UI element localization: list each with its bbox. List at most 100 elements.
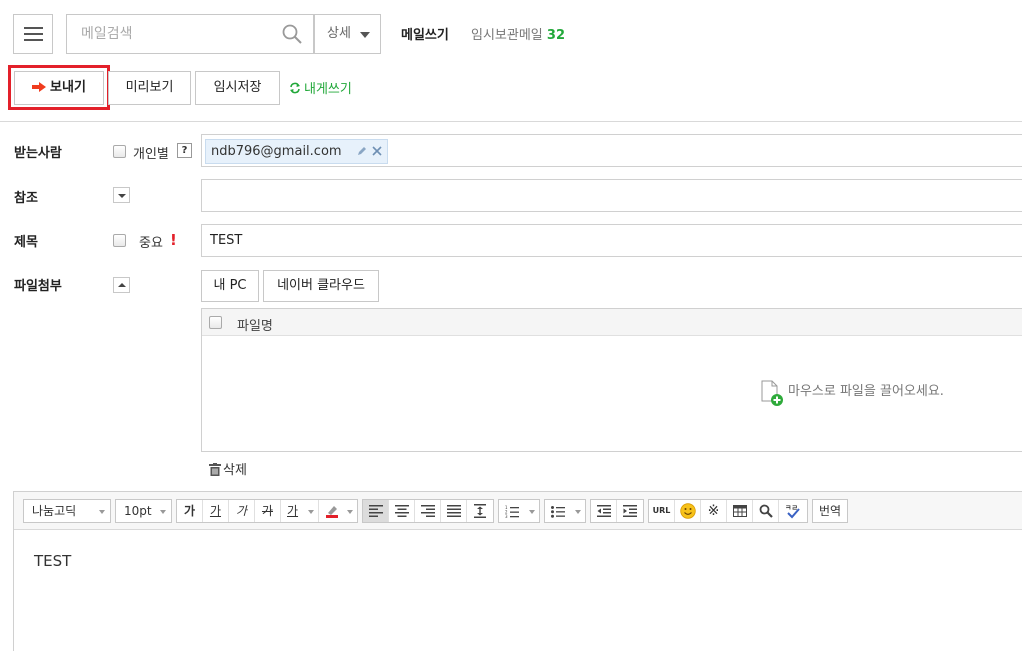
hamburger-icon-bar xyxy=(24,39,43,41)
indent-group xyxy=(590,499,644,523)
close-icon[interactable] xyxy=(372,146,382,156)
send-button[interactable]: 보내기 xyxy=(14,71,104,105)
cc-expand-button[interactable] xyxy=(113,187,130,203)
attach-label: 파일첨부 xyxy=(14,279,62,294)
search-icon[interactable] xyxy=(282,24,302,44)
select-all-files-checkbox[interactable] xyxy=(209,316,222,329)
cc-label: 참조 xyxy=(14,191,38,206)
editor-frame: 나눔고딕 10pt 가 가 가 가 가 1 2 3 URL ※ ㅋㄹ 번역 xyxy=(13,491,1022,651)
drafts-link[interactable]: 임시보관메일 32 xyxy=(471,24,565,43)
send-label: 보내기 xyxy=(50,80,86,95)
smiley-icon xyxy=(679,503,696,519)
save-draft-button[interactable]: 임시저장 xyxy=(195,71,280,105)
trash-icon xyxy=(209,463,221,476)
send-to-self-link[interactable]: 내게쓰기 xyxy=(289,78,352,97)
recipient-email: ndb796@gmail.com xyxy=(211,144,342,159)
compose-link[interactable]: 메일쓰기 xyxy=(401,24,449,43)
drafts-count: 32 xyxy=(546,28,565,43)
svg-text:ㅋㄹ: ㅋㄹ xyxy=(785,504,798,512)
individual-label: 개인별 xyxy=(133,147,169,162)
font-family-select[interactable]: 나눔고딕 xyxy=(23,499,111,523)
alignment-group xyxy=(362,499,494,523)
send-to-self-label: 내게쓰기 xyxy=(304,82,352,97)
spellcheck-icon: ㅋㄹ xyxy=(785,504,800,519)
refresh-icon xyxy=(290,82,300,94)
preview-button[interactable]: 미리보기 xyxy=(108,71,191,105)
file-name-column: 파일명 xyxy=(237,319,273,334)
numbered-list-group[interactable]: 1 2 3 xyxy=(498,499,540,523)
underline-button[interactable]: 가 xyxy=(203,500,229,522)
font-size-select[interactable]: 10pt xyxy=(115,499,172,523)
editor-toolbar: 나눔고딕 10pt 가 가 가 가 가 1 2 3 URL ※ ㅋㄹ 번역 xyxy=(14,492,1022,530)
align-left-icon xyxy=(368,505,383,517)
find-button[interactable] xyxy=(753,500,779,522)
translate-button[interactable]: 번역 xyxy=(812,499,848,523)
search-input[interactable] xyxy=(67,15,272,53)
indent-button[interactable] xyxy=(617,500,643,522)
align-right-button[interactable] xyxy=(415,500,441,522)
highlight-color-button[interactable] xyxy=(319,500,357,522)
special-char-icon: ※ xyxy=(707,503,720,519)
drop-hint: 마우스로 파일을 끌어오세요. xyxy=(760,380,944,406)
special-char-button[interactable]: ※ xyxy=(701,500,727,522)
url-button[interactable]: URL xyxy=(649,500,675,522)
hamburger-icon-bar xyxy=(24,33,43,35)
chevron-down-icon xyxy=(118,194,126,198)
text-style-group: 가 가 가 가 가 xyxy=(176,499,358,523)
svg-text:3: 3 xyxy=(505,514,508,518)
align-center-icon xyxy=(394,505,409,517)
font-size-value: 10pt xyxy=(124,504,152,518)
important-label: 중요 xyxy=(139,236,163,251)
detail-search-button[interactable]: 상세 xyxy=(314,14,381,54)
magnifier-icon xyxy=(759,504,773,518)
arrow-right-icon xyxy=(32,82,47,92)
caret-down-icon xyxy=(529,510,535,514)
caret-down-icon xyxy=(160,510,166,514)
important-mark-icon: ! xyxy=(170,231,177,249)
strikethrough-button[interactable]: 가 xyxy=(255,500,281,522)
align-left-button[interactable] xyxy=(363,500,389,522)
table-button[interactable] xyxy=(727,500,753,522)
caret-down-icon xyxy=(575,510,581,514)
indent-icon xyxy=(623,505,637,517)
italic-button[interactable]: 가 xyxy=(229,500,255,522)
table-icon xyxy=(732,505,747,517)
recipient-chip[interactable]: ndb796@gmail.com xyxy=(205,139,388,164)
bold-button[interactable]: 가 xyxy=(177,500,203,522)
help-icon[interactable]: ? xyxy=(177,143,192,158)
pencil-icon[interactable] xyxy=(357,146,367,156)
align-center-button[interactable] xyxy=(389,500,415,522)
to-label: 받는사람 xyxy=(14,146,62,161)
divider xyxy=(0,121,1022,122)
font-color-button[interactable]: 가 xyxy=(281,500,319,522)
chevron-up-icon xyxy=(118,283,126,287)
emoticon-button[interactable] xyxy=(675,500,701,522)
caret-down-icon xyxy=(347,510,353,514)
delete-label: 삭제 xyxy=(223,463,247,478)
subject-value: TEST xyxy=(210,233,243,248)
line-height-button[interactable] xyxy=(467,500,493,522)
attach-collapse-button[interactable] xyxy=(113,277,130,293)
caret-down-icon xyxy=(99,510,105,514)
add-file-icon xyxy=(761,380,783,406)
align-right-icon xyxy=(420,505,435,517)
subject-field[interactable] xyxy=(201,224,1022,257)
important-checkbox[interactable] xyxy=(113,234,126,247)
delete-attachment-link[interactable]: 삭제 xyxy=(209,459,247,478)
menu-button[interactable] xyxy=(13,14,53,54)
line-height-icon xyxy=(474,504,486,518)
spellcheck-button[interactable]: ㅋㄹ xyxy=(779,500,807,522)
highlighter-icon xyxy=(326,506,338,518)
insert-group: URL ※ ㅋㄹ xyxy=(648,499,808,523)
subject-label: 제목 xyxy=(14,235,38,250)
outdent-button[interactable] xyxy=(591,500,617,522)
cc-field[interactable] xyxy=(201,179,1022,212)
editor-body-text[interactable]: TEST xyxy=(34,552,71,570)
my-pc-button[interactable]: 내 PC xyxy=(201,270,259,302)
individual-checkbox[interactable] xyxy=(113,145,126,158)
bullet-list-group[interactable] xyxy=(544,499,586,523)
hamburger-icon-bar xyxy=(24,27,43,29)
align-justify-button[interactable] xyxy=(441,500,467,522)
drafts-label: 임시보관메일 xyxy=(471,28,543,43)
naver-cloud-button[interactable]: 네이버 클라우드 xyxy=(263,270,379,302)
